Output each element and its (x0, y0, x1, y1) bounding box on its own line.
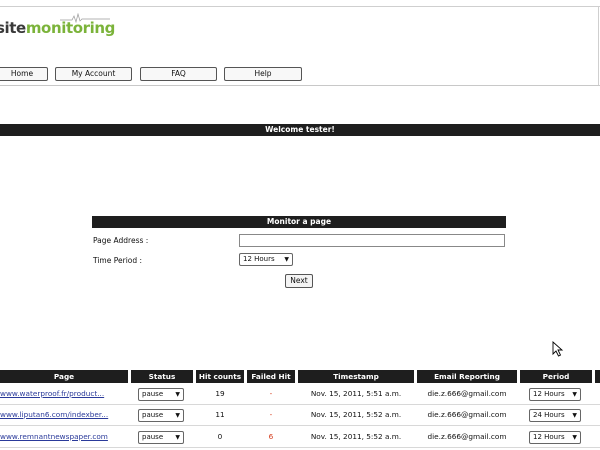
right-divider (598, 6, 599, 86)
table-row-timestamp: Nov. 15, 2011, 5:51 a.m. (310, 389, 402, 398)
table-row-failed-hit: - (269, 389, 273, 398)
status-value: pause (142, 411, 164, 419)
mouse-cursor-icon (552, 341, 564, 357)
next-button[interactable]: Next (285, 274, 313, 288)
col-header-hit-counts: Hit counts (196, 370, 244, 383)
status-value: pause (142, 433, 164, 441)
nav-divider (0, 85, 600, 86)
status-value: pause (142, 390, 164, 398)
row-divider (0, 404, 600, 405)
table-row-page-link[interactable]: www.waterproof.fr/product... (0, 387, 128, 401)
pulse-icon (60, 13, 110, 23)
col-header-timestamp: Timestamp (298, 370, 414, 383)
table-row-email: die.z.666@gmail.com (427, 432, 507, 441)
welcome-banner: Welcome tester! (0, 124, 600, 136)
chevron-down-icon: ▼ (572, 434, 577, 441)
table-row-email: die.z.666@gmail.com (427, 389, 507, 398)
row-divider (0, 425, 600, 426)
top-divider (0, 6, 600, 7)
nav-help-button[interactable]: Help (224, 67, 302, 81)
table-row-failed-hit: - (269, 410, 273, 419)
table-row-status-select[interactable]: pause ▼ (138, 409, 184, 422)
col-header-status: Status (131, 370, 193, 383)
nav-faq-button[interactable]: FAQ (140, 67, 217, 81)
col-header-email-reporting: Email Reporting (417, 370, 517, 383)
page: sitemonitoring Home My Account FAQ Help … (0, 0, 600, 450)
table-row-hit-count: 11 (215, 410, 225, 419)
page-address-label: Page Address : (93, 236, 149, 245)
period-value: 12 Hours (533, 433, 565, 441)
nav-home-button[interactable]: Home (0, 67, 48, 81)
chevron-down-icon: ▼ (175, 412, 180, 419)
table-row-page-link[interactable]: www.liputan6.com/indexber... (0, 408, 128, 422)
col-header-period: Period (520, 370, 592, 383)
col-header-extra (595, 370, 600, 383)
period-value: 24 Hours (533, 411, 565, 419)
col-header-page: Page (0, 370, 128, 383)
logo-site-text: site (0, 19, 26, 37)
table-row-hit-count: 0 (217, 432, 223, 441)
table-row-hit-count: 19 (215, 389, 225, 398)
monitor-form-title: Monitor a page (92, 216, 506, 228)
time-period-label: Time Period : (93, 256, 143, 265)
chevron-down-icon: ▼ (175, 391, 180, 398)
period-value: 12 Hours (533, 390, 565, 398)
table-row-timestamp: Nov. 15, 2011, 5:52 a.m. (310, 432, 402, 441)
table-row-status-select[interactable]: pause ▼ (138, 388, 184, 401)
col-header-failed-hit: Failed Hit (247, 370, 295, 383)
table-row-period-select[interactable]: 12 Hours ▼ (529, 431, 581, 444)
chevron-down-icon: ▼ (284, 256, 289, 263)
chevron-down-icon: ▼ (175, 434, 180, 441)
table-row-email: die.z.666@gmail.com (427, 410, 507, 419)
table-row-period-select[interactable]: 24 Hours ▼ (529, 409, 581, 422)
table-row-period-select[interactable]: 12 Hours ▼ (529, 388, 581, 401)
table-row-failed-hit: 6 (268, 432, 274, 441)
time-period-value: 12 Hours (243, 255, 275, 263)
nav-my-account-button[interactable]: My Account (55, 67, 132, 81)
table-row-page-link[interactable]: www.remnantnewspaper.com (0, 430, 128, 444)
page-address-input[interactable] (239, 234, 505, 247)
chevron-down-icon: ▼ (572, 391, 577, 398)
table-row-status-select[interactable]: pause ▼ (138, 431, 184, 444)
row-divider (0, 447, 600, 448)
chevron-down-icon: ▼ (572, 412, 577, 419)
table-row-timestamp: Nov. 15, 2011, 5:52 a.m. (310, 410, 402, 419)
time-period-select[interactable]: 12 Hours ▼ (239, 253, 293, 266)
